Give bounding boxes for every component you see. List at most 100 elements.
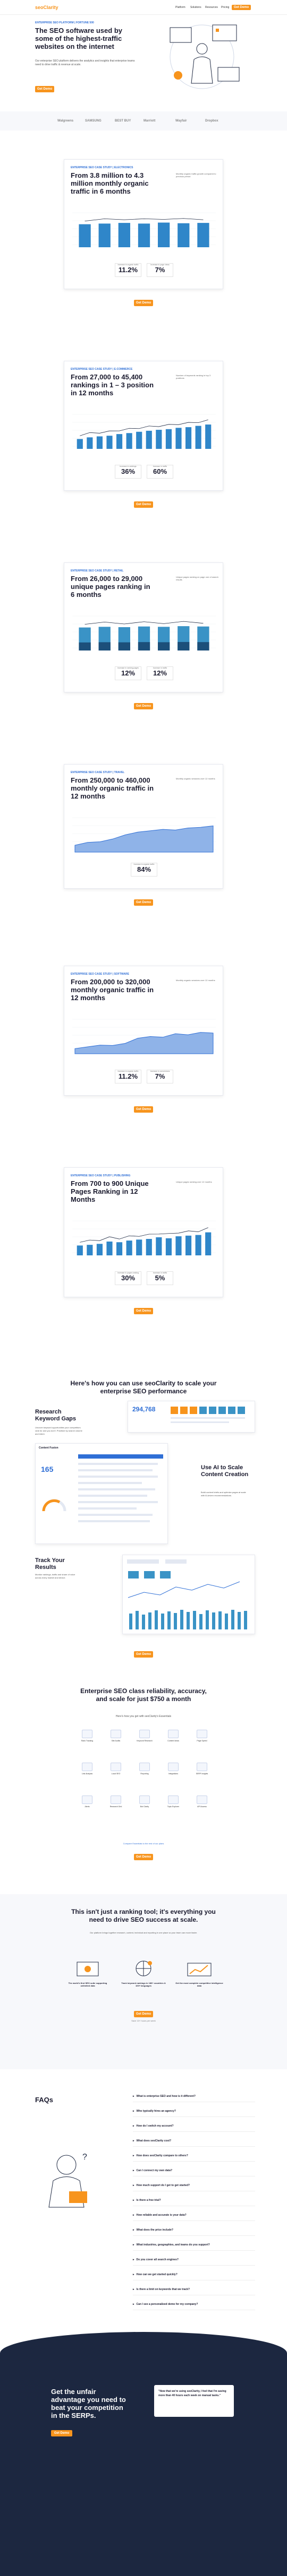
hero-eyebrow: ENTERPRISE SEO PLATFORM | FORTUNE 500 (35, 21, 94, 24)
platform-feature: Content Ideas (164, 1730, 183, 1750)
platform-feature-label: Alerts (85, 1806, 90, 1808)
case-title: From 3.8 million to 4.3 million monthly … (71, 171, 149, 195)
case-demo-button[interactable]: Get Demo (134, 501, 153, 508)
platform-feature: API Access (192, 1796, 212, 1816)
client-logo-samsung: SAMSUNG (85, 119, 102, 123)
scale-demo-button[interactable]: Get Demo (134, 1651, 153, 1658)
footer-cta-band (0, 2332, 287, 2576)
platform-feature-label: Reporting (140, 1773, 149, 1775)
allinone-demo-button[interactable]: Get Demo (134, 2011, 153, 2017)
chevron-right-icon: ▸ (133, 2124, 134, 2128)
bar (175, 1236, 182, 1255)
nav-item-platform[interactable]: Platform (175, 6, 185, 9)
faq-item[interactable]: ▸ How does seoClarity compare to others? (133, 2154, 255, 2162)
case-eyebrow: ENTERPRISE SEO CASE STUDY | SOFTWARE (71, 973, 129, 976)
case-stat: Increase in traffic 5% (147, 1271, 173, 1285)
case-eyebrow: ENTERPRISE SEO CASE STUDY | ELECTRONICS (71, 166, 133, 169)
faq-item[interactable]: ▸ How can we get started quickly? (133, 2273, 255, 2280)
case-demo-button[interactable]: Get Demo (134, 300, 153, 306)
content-fusion-screenshot: Content Fusion 165 (35, 1443, 168, 1544)
feature-body-track-results: Monitor rankings, traffic and share of v… (35, 1573, 75, 1579)
allinone-body: Our platform brings together research, c… (89, 1931, 198, 1934)
case-demo-button[interactable]: Get Demo (134, 1308, 153, 1314)
bar (205, 424, 212, 449)
case-note: Number of keywords ranking in top 3 posi… (176, 374, 211, 379)
platform-feature: Rank Tracking (78, 1730, 97, 1750)
svg-text:?: ? (82, 2153, 87, 2162)
site-header: seoClarity Platform Solutions Resources … (0, 0, 287, 15)
faq-illustration: ? (37, 2144, 96, 2213)
platform-feature-label: Content Ideas (167, 1740, 179, 1742)
faq-item[interactable]: ▸ Can I connect my own data? (133, 2169, 255, 2176)
header-demo-button[interactable]: Get Demo (232, 5, 251, 10)
platform-feature: Integrations (164, 1763, 183, 1783)
platform-feature-label: SERP Insights (196, 1773, 208, 1775)
hero-illustration (154, 17, 250, 97)
unlimited-data-illustration (77, 1962, 99, 1976)
faq-item[interactable]: ▸ What industries, geographies, and teams… (133, 2243, 255, 2251)
faq-question: Is there a limit on keywords that we tra… (136, 2288, 190, 2291)
case-stat-value: 12% (121, 669, 136, 677)
feature-icon (111, 1763, 121, 1771)
case-title: From 200,000 to 320,000 monthly organic … (71, 978, 154, 1002)
chevron-right-icon: ▸ (133, 2258, 134, 2261)
case-stat: Increase in page views 7% (147, 263, 173, 277)
case-chart (72, 817, 216, 853)
bar-segment (138, 642, 150, 650)
case-note: Unique pages ranking on page one of sear… (176, 576, 218, 581)
platform-footnote[interactable]: Compare Essentials to the rest of our pl… (74, 1842, 213, 1845)
platform-feature: SERP Insights (192, 1763, 212, 1783)
bar (185, 1235, 192, 1255)
faq-item[interactable]: ▸ Who typically hires an agency? (133, 2110, 255, 2117)
hero-demo-button[interactable]: Get Demo (35, 86, 54, 92)
logo[interactable]: seoClarity (35, 5, 58, 10)
faq-item[interactable]: ▸ Is there a limit on keywords that we tr… (133, 2288, 255, 2295)
feature-icon (197, 1730, 207, 1738)
bar (197, 223, 209, 247)
faq-item[interactable]: ▸ Is there a free trial? (133, 2199, 255, 2206)
feature-icon (168, 1763, 179, 1771)
bar (118, 223, 130, 247)
faq-question: How much support do I get to get started… (136, 2184, 190, 2187)
faq-question: Who typically hires an agency? (136, 2110, 176, 2113)
faq-question: How reliable and accurate is your data? (136, 2214, 187, 2217)
faq-item[interactable]: ▸ What does seoClarity cost? (133, 2139, 255, 2147)
bar (185, 427, 192, 449)
case-stat-value: 5% (155, 1274, 165, 1282)
client-logo-wayfair: Wayfair (175, 119, 187, 123)
keyword-gap-stat: 294,768 (132, 1406, 156, 1413)
chevron-right-icon: ▸ (133, 2214, 134, 2217)
case-demo-button[interactable]: Get Demo (134, 703, 153, 709)
case-chart (72, 615, 216, 650)
nav-item-solutions[interactable]: Solutions (190, 6, 201, 9)
feature-icon (111, 1796, 121, 1804)
bar (126, 1241, 132, 1255)
feature-icon (168, 1796, 179, 1804)
chevron-right-icon: ▸ (133, 2184, 134, 2187)
feature-icon (139, 1763, 150, 1771)
platform-demo-button[interactable]: Get Demo (134, 1854, 153, 1860)
chevron-right-icon: ▸ (133, 2199, 134, 2202)
nav-item-resources[interactable]: Resources (205, 6, 218, 9)
bar (116, 1242, 123, 1255)
faq-item[interactable]: ▸ How reliable and accurate is your data? (133, 2214, 255, 2221)
faq-item[interactable]: ▸ How much support do I get to get starte… (133, 2184, 255, 2191)
bar-segment (79, 642, 91, 650)
case-study-card: ENTERPRISE SEO CASE STUDY | PUBLISHING F… (64, 1167, 223, 1297)
faq-item[interactable]: ▸ How do I switch my account? (133, 2124, 255, 2132)
faq-item[interactable]: ▸ Can I see a personalized demo for my co… (133, 2303, 255, 2310)
platform-feature-label: Link Analysis (81, 1773, 93, 1775)
nav-item-pricing[interactable]: Pricing (221, 6, 229, 9)
case-stat-value: 60% (153, 467, 167, 475)
chevron-right-icon: ▸ (133, 2273, 134, 2276)
feature-title-track-results: Track Your Results (35, 1557, 65, 1571)
case-demo-button[interactable]: Get Demo (134, 899, 153, 906)
footer-demo-button[interactable]: Get Demo (51, 2430, 72, 2436)
case-demo-button[interactable]: Get Demo (134, 1106, 153, 1113)
faq-item[interactable]: ▸ What is enterprise SEO and how is it di… (133, 2095, 255, 2102)
case-title: From 250,000 to 460,000 monthly organic … (71, 776, 154, 800)
faq-item[interactable]: ▸ What does the price include? (133, 2228, 255, 2236)
faq-item[interactable]: ▸ Do you cover all search engines? (133, 2258, 255, 2266)
feature-icon (82, 1763, 92, 1771)
faq-question: What does seoClarity cost? (136, 2139, 172, 2143)
